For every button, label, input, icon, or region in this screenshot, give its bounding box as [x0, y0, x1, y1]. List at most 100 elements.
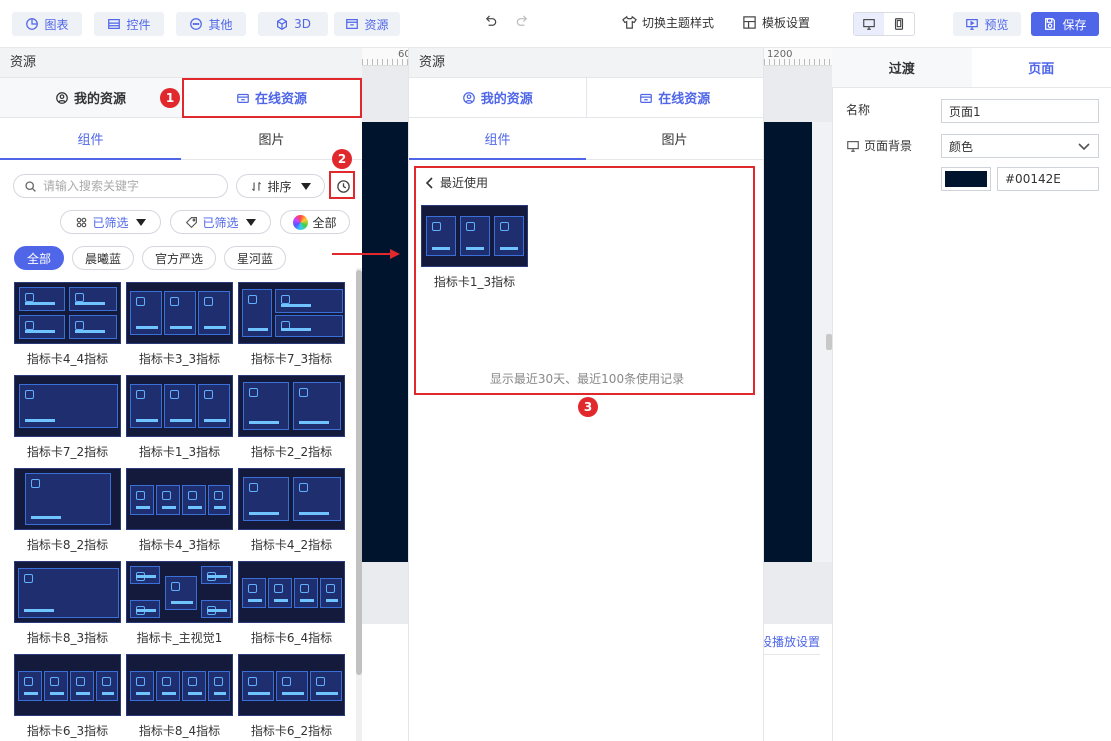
component-card-label: 指标卡2_2指标 [250, 445, 333, 459]
name-label: 名称 [846, 101, 870, 118]
annotation-badge-2: 2 [332, 149, 352, 169]
color-filter-button[interactable]: 全部 [280, 210, 350, 234]
save-button[interactable]: 保存 [1031, 12, 1099, 36]
search-icon [25, 180, 36, 192]
mobile-view-button[interactable] [884, 13, 914, 35]
page-background-label: 页面背景 [846, 137, 912, 154]
tab-online-resources-2[interactable]: 在线资源 [585, 78, 763, 117]
background-type-value: 颜色 [949, 139, 974, 154]
component-card-label: 指标卡6_3指标 [26, 724, 109, 738]
component-card[interactable]: 指标卡4_2指标 [238, 468, 345, 553]
chart-button[interactable]: 图表 [12, 12, 82, 36]
tab-transition[interactable]: 过渡 [832, 48, 972, 87]
component-card[interactable]: 指标卡6_3指标 [14, 654, 121, 739]
tab-my-resources[interactable]: 我的资源 [0, 78, 181, 117]
widget-button-label: 控件 [126, 17, 151, 32]
subtab-images-2[interactable]: 图片 [586, 118, 763, 159]
resource-button[interactable]: 资源 [334, 12, 400, 36]
other-button[interactable]: 其他 [176, 12, 246, 36]
color-swatch[interactable] [941, 167, 991, 191]
monitor-icon [863, 19, 875, 30]
component-card[interactable]: 指标卡2_2指标 [238, 375, 345, 460]
chip-dawn-blue[interactable]: 晨曦蓝 [72, 246, 134, 270]
chip-official-pick[interactable]: 官方严选 [142, 246, 216, 270]
store-icon [640, 93, 653, 103]
scrollbar-thumb[interactable] [356, 270, 362, 675]
component-card-label: 指标卡8_4指标 [138, 724, 221, 738]
component-card[interactable]: 指标卡4_3指标 [126, 468, 233, 553]
component-thumbnail [238, 375, 345, 437]
left-sub-tabs: 组件 图片 [0, 118, 362, 160]
component-card[interactable]: 指标卡8_3指标 [14, 561, 121, 646]
component-filter-label: 已筛选 [92, 215, 129, 230]
annotation-badge-3: 3 [578, 397, 598, 417]
middle-panel-title: 资源 [409, 48, 763, 78]
background-type-select[interactable]: 颜色 [941, 134, 1099, 158]
left-panel-title: 资源 [0, 48, 362, 78]
undo-icon [485, 15, 497, 26]
theme-switch-button[interactable]: 切换主题样式 [622, 14, 714, 31]
search-input[interactable] [43, 179, 213, 193]
3d-button-label: 3D [294, 17, 311, 31]
search-box [13, 174, 228, 198]
component-filter-dropdown[interactable]: 已筛选 [60, 210, 161, 234]
tab-page[interactable]: 页面 [971, 48, 1111, 87]
component-card[interactable]: 指标卡6_4指标 [238, 561, 345, 646]
component-card-label: 指标卡8_2指标 [26, 538, 109, 552]
annotation-badge-1: 1 [160, 88, 180, 108]
sort-dropdown[interactable]: 排序 [236, 174, 325, 198]
subtab-components-2[interactable]: 组件 [409, 118, 586, 160]
recent-card-thumbnail [421, 205, 528, 267]
component-thumbnail [238, 654, 345, 716]
component-card[interactable]: 指标卡3_3指标 [126, 282, 233, 367]
component-card-label: 指标卡4_2指标 [250, 538, 333, 552]
recent-usage-note: 显示最近30天、最近100条使用记录 [489, 372, 685, 386]
widget-button[interactable]: 控件 [94, 12, 164, 36]
page-name-input[interactable]: 页面1 [941, 99, 1099, 123]
desktop-view-button[interactable] [854, 13, 884, 35]
chip-all[interactable]: 全部 [14, 246, 64, 270]
template-settings-label: 模板设置 [762, 16, 811, 30]
middle-resource-tabs: 我的资源 在线资源 [409, 78, 763, 118]
device-switch [853, 12, 915, 36]
color-hex-input[interactable]: #00142E [997, 167, 1099, 191]
component-card[interactable]: 指标卡8_2指标 [14, 468, 121, 553]
ruler-mark: 1200 [767, 49, 793, 60]
recent-card[interactable]: 指标卡1_3指标 [421, 205, 528, 290]
tag-filter-dropdown[interactable]: 已筛选 [170, 210, 271, 234]
back-to-recent-button[interactable]: 最近使用 [424, 174, 488, 191]
color-hex-value: #00142E [1005, 172, 1061, 186]
chevron-left-icon [425, 176, 433, 189]
tab-my-resources-2[interactable]: 我的资源 [409, 78, 586, 117]
component-card[interactable]: 指标卡_主视觉1 [126, 561, 233, 646]
playback-settings-link[interactable]: 设播放设置 [760, 633, 820, 650]
component-card[interactable]: 指标卡1_3指标 [126, 375, 233, 460]
template-settings-button[interactable]: 模板设置 [742, 14, 810, 31]
component-card-label: 指标卡3_3指标 [138, 352, 221, 366]
redo-button[interactable] [515, 14, 530, 29]
chip-galaxy-blue[interactable]: 星河蓝 [224, 246, 286, 270]
component-thumbnail [238, 468, 345, 530]
component-card[interactable]: 指标卡8_4指标 [126, 654, 233, 739]
component-card[interactable]: 指标卡7_2指标 [14, 375, 121, 460]
preview-button[interactable]: 预览 [953, 12, 1021, 36]
tab-online-resources-2-label: 在线资源 [658, 92, 711, 107]
save-button-label: 保存 [1062, 17, 1087, 32]
component-card[interactable]: 指标卡7_3指标 [238, 282, 345, 367]
3d-button[interactable]: 3D [258, 12, 328, 36]
component-thumbnail [126, 282, 233, 344]
preview-button-label: 预览 [984, 17, 1009, 32]
component-card[interactable]: 指标卡4_4指标 [14, 282, 121, 367]
component-card[interactable]: 指标卡6_2指标 [238, 654, 345, 739]
component-thumbnail [126, 375, 233, 437]
caret-down-icon [300, 182, 311, 190]
tablet-icon [894, 18, 904, 30]
save-icon [1045, 18, 1056, 30]
chart-button-label: 图表 [44, 17, 69, 32]
chevron-down-icon [1078, 143, 1090, 151]
subtab-components[interactable]: 组件 [0, 118, 181, 160]
user-icon [56, 91, 68, 104]
ruler-right-segment: 1200 [764, 48, 832, 66]
sort-label: 排序 [267, 179, 292, 194]
undo-button[interactable] [483, 14, 498, 29]
